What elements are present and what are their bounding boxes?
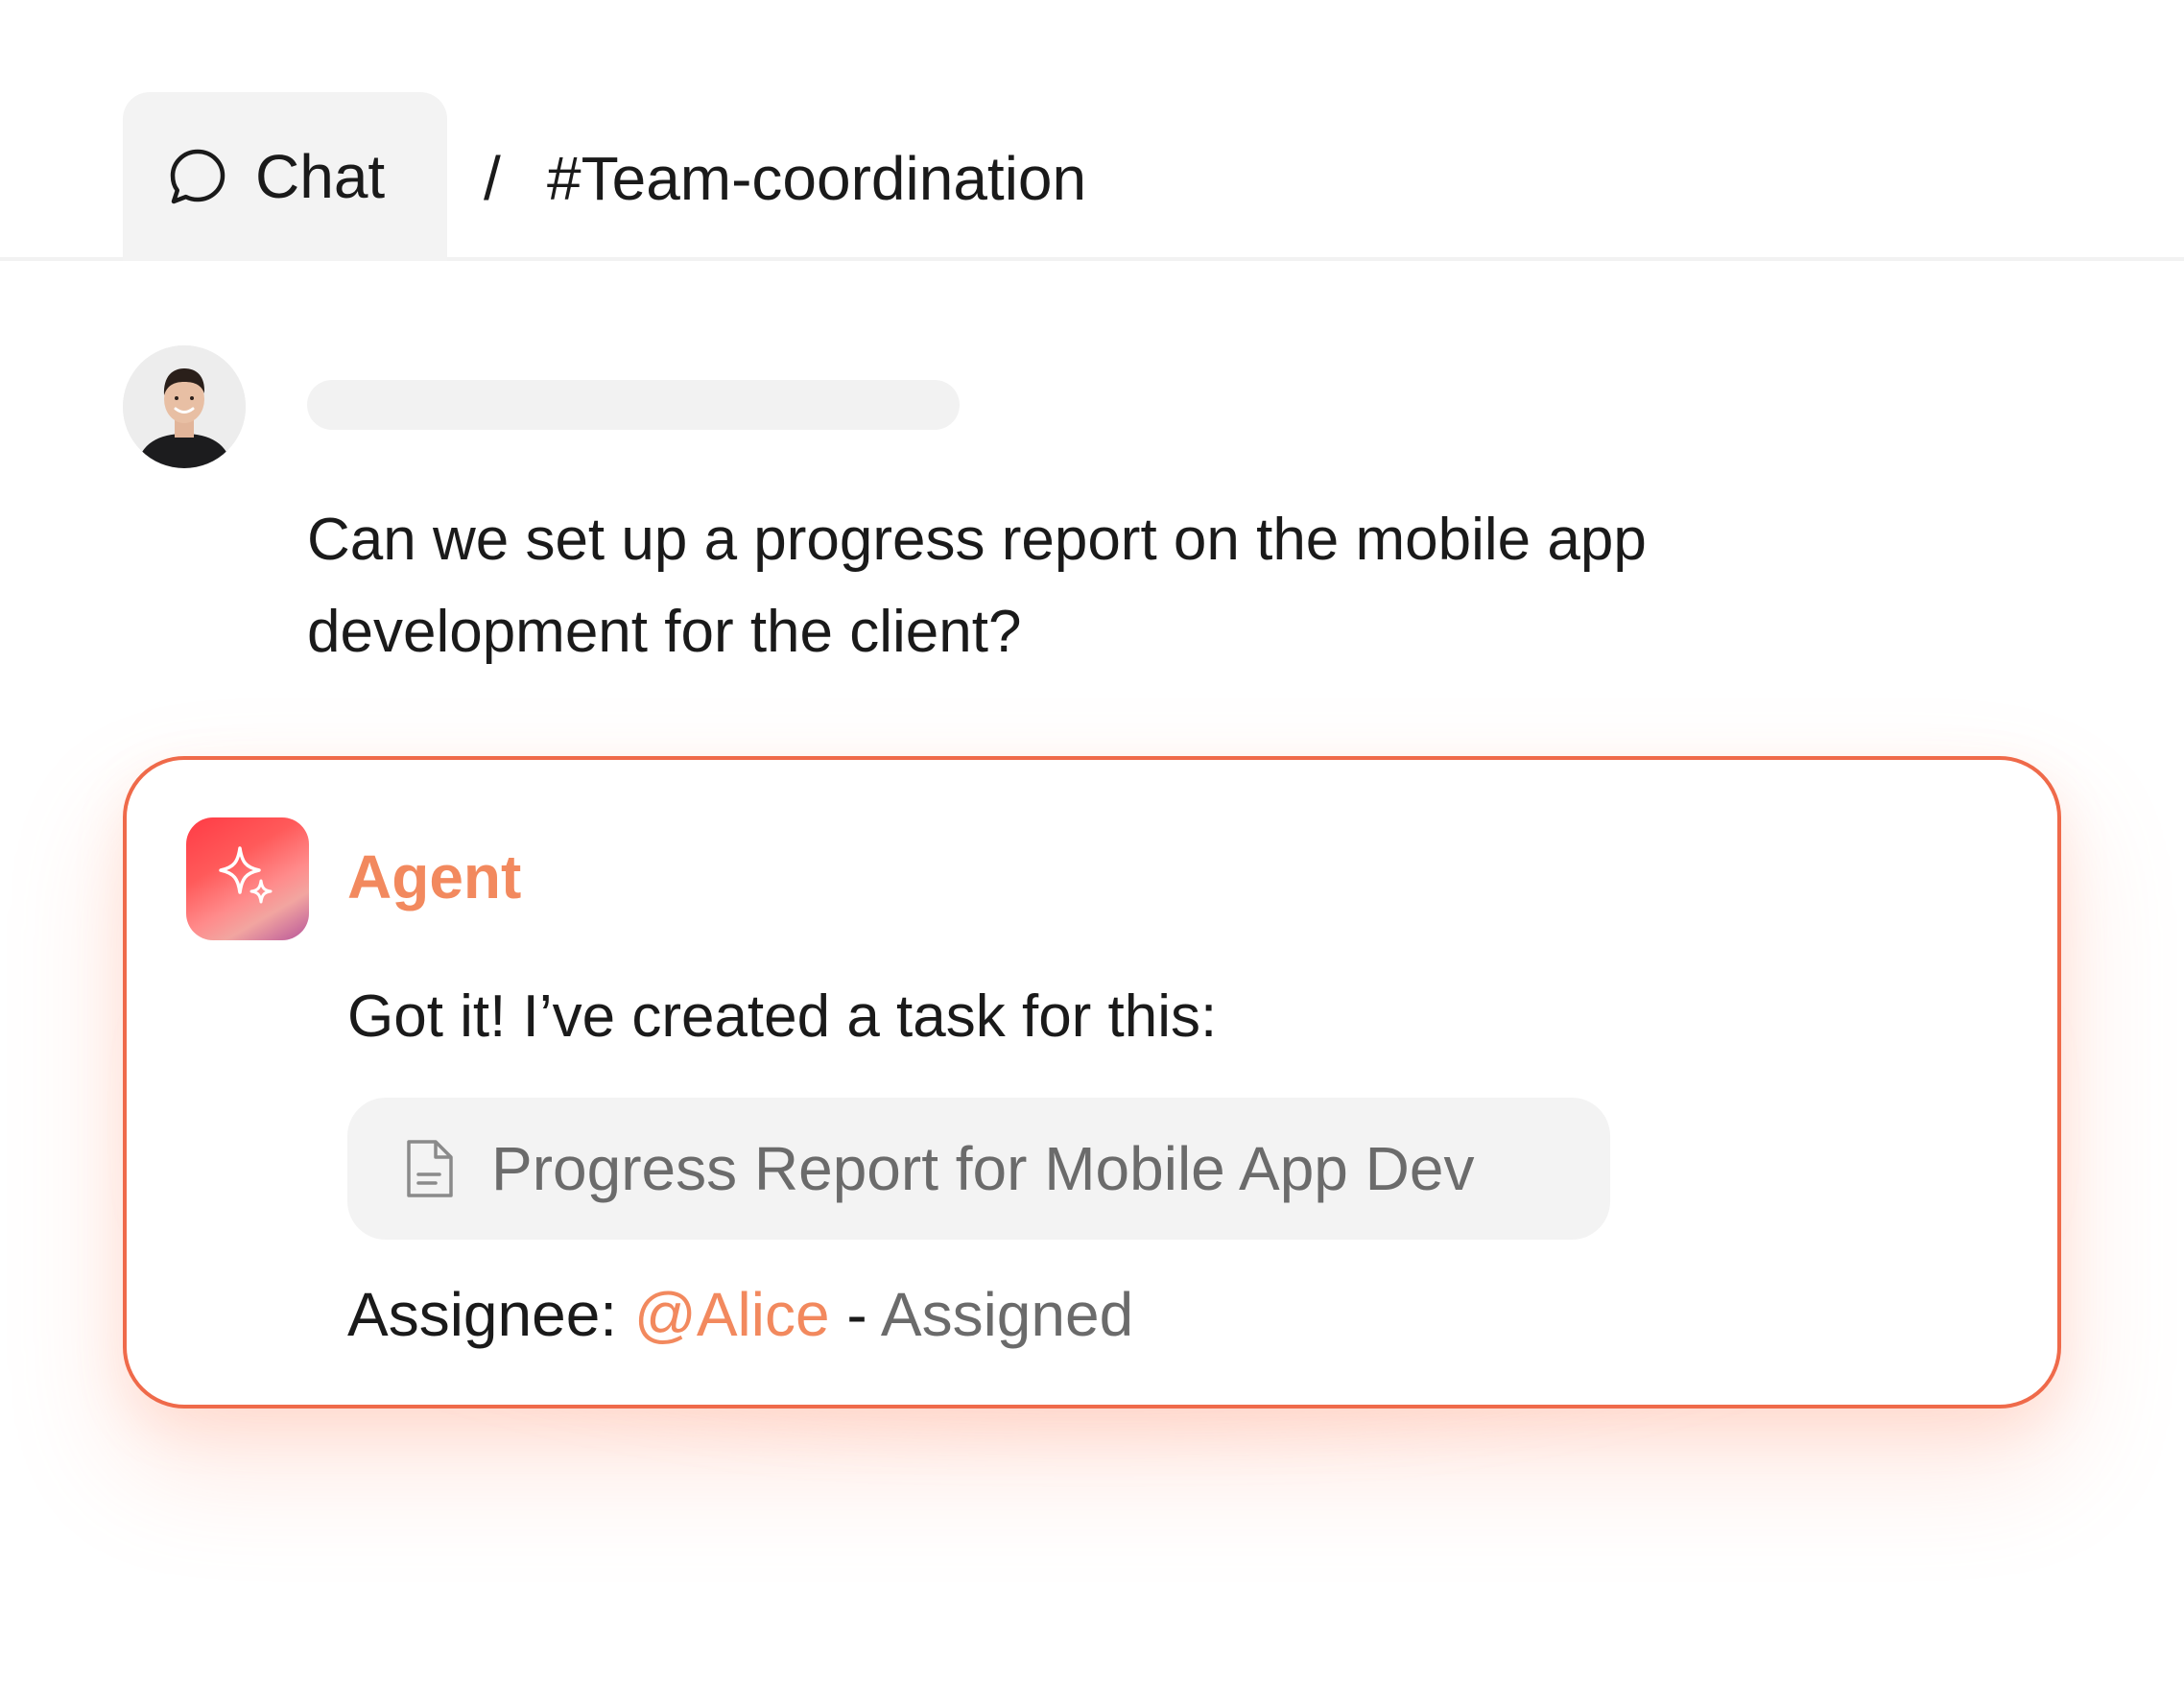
user-message-line-1: Can we set up a progress report on the m… [307,507,1647,573]
user-message: Can we set up a progress report on the m… [307,494,1938,678]
assignee-mention[interactable]: @Alice [634,1280,830,1349]
tab-chat-label: Chat [255,142,386,211]
page: Chat / #Team-coordination Can we set up … [0,0,2184,1681]
assignee-separator: - [846,1280,867,1349]
agent-name: Agent [347,842,522,912]
sparkles-icon [186,816,309,943]
assignee-status: Assigned [880,1280,1134,1349]
document-icon [403,1138,457,1199]
task-link-chip[interactable]: Progress Report for Mobile App Dev [347,1098,1610,1240]
user-message-line-2: development for the client? [307,599,1022,665]
chat-bubble-icon [165,144,230,209]
sender-name-placeholder [307,380,960,430]
agent-reply: Got it! I’ve created a task for this: [347,983,1218,1050]
agent-avatar [186,817,309,940]
assignee-row: Assignee: @Alice - Assigned [347,1276,1133,1353]
breadcrumb-separator: / [484,144,501,213]
task-title: Progress Report for Mobile App Dev [491,1134,1475,1203]
tab-chat[interactable]: Chat [123,92,447,261]
channel-name[interactable]: #Team-coordination [547,140,1086,217]
breadcrumb-header: Chat / #Team-coordination [0,0,2184,261]
agent-response-card: Agent Got it! I’ve created a task for th… [123,756,2061,1409]
avatar[interactable] [123,345,246,468]
assignee-label: Assignee: [347,1280,618,1349]
